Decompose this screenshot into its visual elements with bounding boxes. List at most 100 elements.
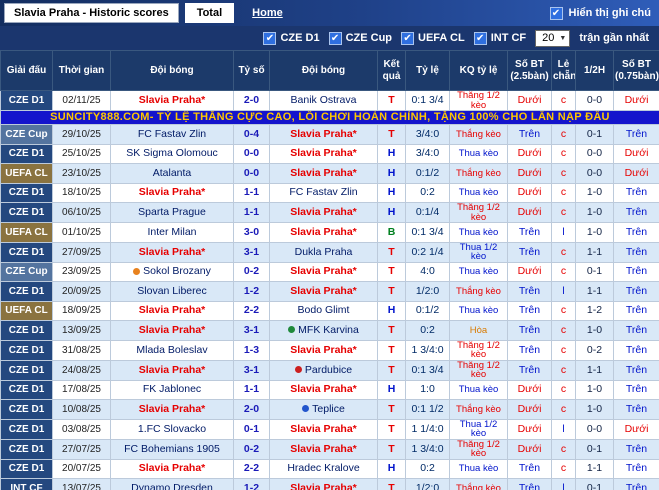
show-notes-checkbox[interactable]: ✔ — [549, 6, 563, 20]
team-name: Slavia Praha* — [290, 166, 357, 179]
chevron-down-icon: ▼ — [559, 34, 567, 42]
tab-home[interactable]: Home — [240, 3, 295, 23]
tab-total[interactable]: Total — [184, 3, 235, 23]
home-team[interactable]: Sparta Prague — [110, 202, 234, 223]
odd-even-result: c — [551, 320, 576, 341]
halftime-score: 1-0 — [575, 202, 614, 223]
league-badge: CZE D1 — [0, 182, 53, 203]
away-team[interactable]: Slavia Praha* — [269, 163, 378, 184]
ou25-result: Trên — [507, 124, 552, 145]
home-team[interactable]: Slavia Praha* — [110, 300, 234, 321]
match-row: UEFA CL 18/09/25 Slavia Praha* 2-2 Bodo Glim… — [0, 300, 659, 321]
team-logo-icon — [288, 326, 296, 334]
league-filter-checkbox[interactable]: ✔ — [263, 31, 277, 45]
home-team[interactable]: Slavia Praha* — [110, 90, 234, 111]
team-name: Slavia Praha* — [290, 265, 357, 278]
home-team[interactable]: FK Jablonec — [110, 379, 234, 400]
home-team[interactable]: Atalanta — [110, 163, 234, 184]
home-team[interactable]: Mlada Boleslav — [110, 339, 234, 361]
away-team[interactable]: Hradec Kralove — [269, 458, 378, 479]
handicap-line: 0:1 3/4 — [405, 90, 450, 111]
match-score: 1-3 — [233, 339, 270, 361]
away-team[interactable]: Dukla Praha — [269, 241, 378, 263]
away-team[interactable]: Slavia Praha* — [269, 478, 378, 490]
team-name: Slavia Praha* — [138, 245, 206, 258]
team-name: Pardubice — [304, 363, 353, 376]
away-team[interactable]: Teplice — [269, 399, 378, 420]
match-date: 02/11/25 — [52, 90, 111, 111]
team-name: Slavia Praha* — [290, 383, 357, 396]
away-team[interactable]: Slavia Praha* — [269, 222, 378, 243]
match-score: 0-2 — [233, 438, 270, 460]
home-team[interactable]: Slavia Praha* — [110, 182, 234, 203]
ou075-result: Trên — [613, 281, 659, 302]
ou25-result: Dưới — [507, 379, 552, 400]
league-filter-checkbox[interactable]: ✔ — [401, 31, 415, 45]
away-team[interactable]: Bodo Glimt — [269, 300, 378, 321]
home-team[interactable]: 1.FC Slovacko — [110, 418, 234, 440]
result-letter: T — [377, 359, 406, 381]
away-team[interactable]: Slavia Praha* — [269, 281, 378, 302]
halftime-score: 0-0 — [575, 90, 614, 111]
away-team[interactable]: Slavia Praha* — [269, 379, 378, 400]
match-date: 17/08/25 — [52, 379, 111, 400]
away-team[interactable]: Slavia Praha* — [269, 438, 378, 460]
match-date: 23/09/25 — [52, 261, 111, 282]
league-badge: CZE D1 — [0, 143, 53, 164]
away-team[interactable]: Slavia Praha* — [269, 261, 378, 282]
handicap-result: Thắng 1/2 kèo — [449, 359, 508, 381]
home-team[interactable]: Slavia Praha* — [110, 359, 234, 381]
away-team[interactable]: Slavia Praha* — [269, 418, 378, 440]
team-name: Slavia Praha* — [138, 363, 206, 376]
home-team[interactable]: Slavia Praha* — [110, 320, 234, 341]
away-team[interactable]: Slavia Praha* — [269, 143, 378, 164]
home-team[interactable]: Slavia Praha* — [110, 241, 234, 263]
league-filter-checkbox[interactable]: ✔ — [328, 31, 342, 45]
away-team[interactable]: Slavia Praha* — [269, 339, 378, 361]
handicap-result: Thua kèo — [449, 222, 508, 243]
match-score: 0-4 — [233, 124, 270, 145]
col-header-halftime: 1/2H — [575, 50, 614, 91]
ou25-result: Dưới — [507, 438, 552, 460]
league-filter-checkbox[interactable]: ✔ — [473, 31, 487, 45]
odd-even-result: c — [551, 438, 576, 460]
result-letter: T — [377, 438, 406, 460]
team-name: 1.FC Slovacko — [137, 422, 207, 435]
match-date: 18/09/25 — [52, 300, 111, 321]
halftime-score: 1-0 — [575, 379, 614, 400]
match-row: CZE D1 31/08/25 Mlada Boleslav 1-3 Slavia Pr… — [0, 339, 659, 361]
league-badge: CZE D1 — [0, 418, 53, 440]
recent-count-select[interactable]: 20 ▼ — [535, 29, 571, 47]
home-team[interactable]: Slavia Praha* — [110, 458, 234, 479]
home-team[interactable]: SK Sigma Olomouc — [110, 143, 234, 164]
odd-even-result: c — [551, 241, 576, 263]
away-team[interactable]: FC Fastav Zlin — [269, 182, 378, 203]
promo-banner-link[interactable]: SUNCITY888.COM- TỶ LỆ THẮNG CỰC CAO, LỐI… — [0, 110, 659, 125]
away-team[interactable]: Slavia Praha* — [269, 202, 378, 223]
match-score: 1-1 — [233, 379, 270, 400]
home-team[interactable]: Slovan Liberec — [110, 281, 234, 302]
ou075-result: Trên — [613, 300, 659, 321]
away-team[interactable]: Pardubice — [269, 359, 378, 381]
home-team[interactable]: FC Bohemians 1905 — [110, 438, 234, 460]
home-team[interactable]: Sokol Brozany — [110, 261, 234, 282]
odd-even-result: l — [551, 281, 576, 302]
ou25-result: Dưới — [507, 202, 552, 223]
home-team[interactable]: Inter Milan — [110, 222, 234, 243]
home-team[interactable]: FC Fastav Zlin — [110, 124, 234, 145]
result-letter: H — [377, 182, 406, 203]
home-team[interactable]: Dynamo Dresden — [110, 478, 234, 490]
league-badge: UEFA CL — [0, 222, 53, 243]
result-letter: T — [377, 399, 406, 420]
match-row: INT CF 13/07/25 Dynamo Dresden 1-2 Slavia Pr… — [0, 478, 659, 490]
match-row: CZE D1 24/08/25 Slavia Praha* 3-1 Pardubice T… — [0, 359, 659, 381]
home-team[interactable]: Slavia Praha* — [110, 399, 234, 420]
away-team[interactable]: Banik Ostrava — [269, 90, 378, 111]
ou25-result: Trên — [507, 339, 552, 361]
away-team[interactable]: Slavia Praha* — [269, 124, 378, 145]
team-name: Atalanta — [152, 166, 192, 179]
match-row: CZE D1 02/11/25 Slavia Praha* 2-0 Banik Ostr… — [0, 90, 659, 111]
ou075-result: Trên — [613, 458, 659, 479]
ou075-result: Trên — [613, 379, 659, 400]
away-team[interactable]: MFK Karvina — [269, 320, 378, 341]
